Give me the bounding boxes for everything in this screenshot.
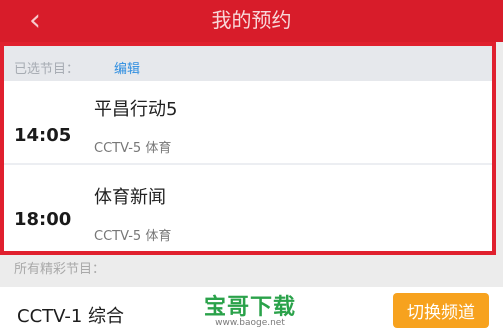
reservation-time: 14:05 bbox=[14, 125, 72, 146]
selected-programs-highlight: 已选节目： 编辑 14:05 平昌行动5 CCTV-5 体育 18:00 体育新… bbox=[0, 42, 496, 255]
watermark-logo: 宝哥下载 www.baoge.net bbox=[200, 285, 300, 333]
program-title: 体育新闻 bbox=[94, 187, 166, 208]
channel-name: CCTV-5 体育 bbox=[94, 141, 172, 156]
page-title: 我的预约 bbox=[211, 8, 292, 32]
watermark-url: www.baoge.net bbox=[215, 318, 285, 328]
reservation-time: 18:00 bbox=[14, 209, 72, 230]
current-channel-label: CCTV-1 综合 bbox=[17, 306, 125, 327]
app-header: ‹ 我的预约 bbox=[0, 0, 503, 42]
edit-button[interactable]: 编辑 bbox=[114, 58, 140, 77]
watermark-text: 宝哥下载 bbox=[203, 295, 296, 320]
reservation-item[interactable]: 18:00 体育新闻 CCTV-5 体育 bbox=[4, 165, 492, 251]
selected-programs-bar: 已选节目： 编辑 bbox=[4, 46, 492, 81]
channel-name: CCTV-5 体育 bbox=[94, 229, 172, 244]
program-title: 平昌行动5 bbox=[94, 99, 178, 120]
reservation-item[interactable]: 14:05 平昌行动5 CCTV-5 体育 bbox=[4, 81, 492, 163]
all-programs-label: 所有精彩节目： bbox=[14, 262, 106, 277]
switch-channel-button[interactable]: 切换频道 bbox=[393, 293, 489, 328]
selected-programs-label: 已选节目： bbox=[14, 62, 80, 77]
